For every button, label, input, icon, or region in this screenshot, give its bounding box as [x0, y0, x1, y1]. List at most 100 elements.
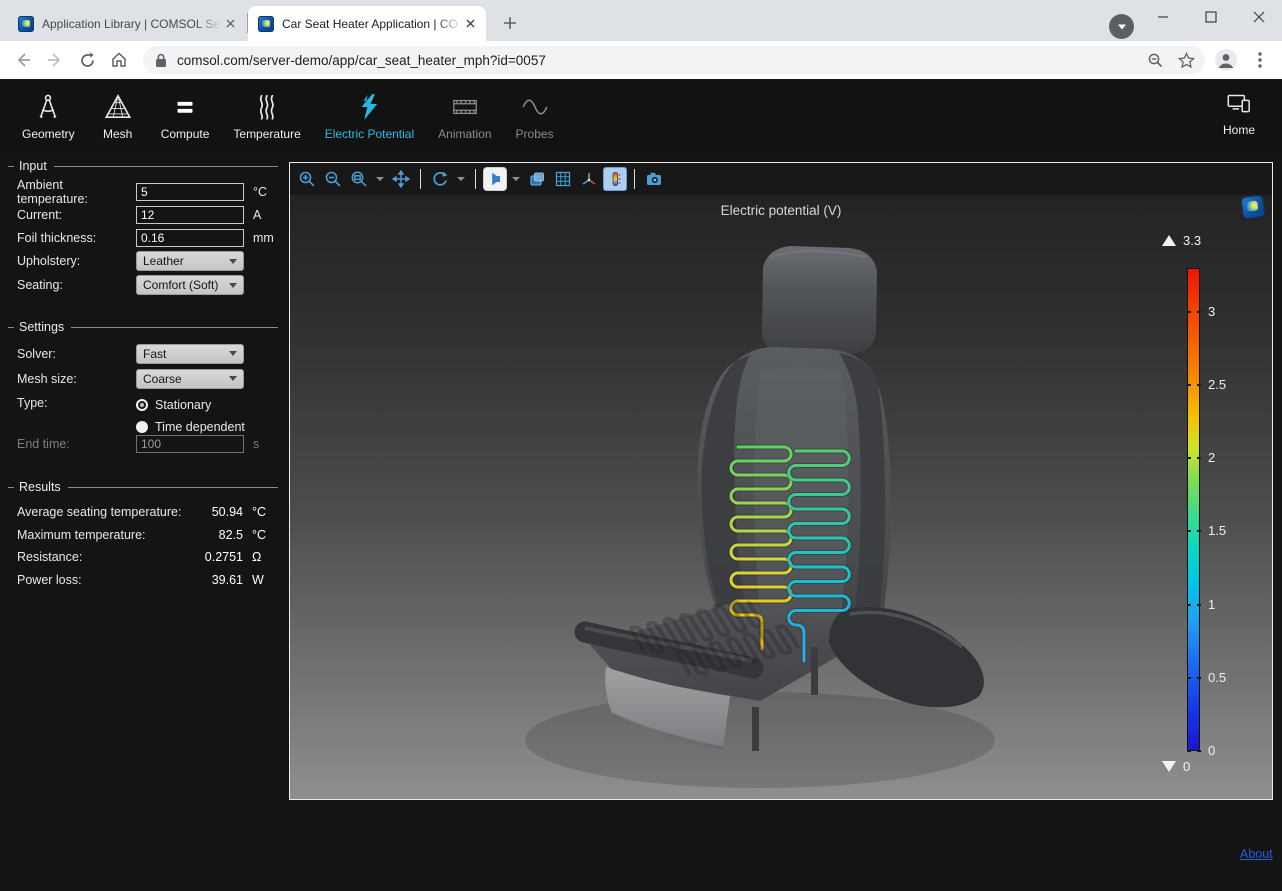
- field-solver: Solver: Fast: [8, 341, 278, 366]
- snapshot-button[interactable]: [643, 168, 665, 190]
- chevron-down-icon[interactable]: [512, 177, 520, 181]
- field-type: Type: Stationary Time dependent: [8, 394, 278, 418]
- graphics-panel: Electric potential (V): [289, 162, 1273, 800]
- section-input: Input: [8, 158, 278, 174]
- seat-shadow: [525, 692, 995, 788]
- radio-stationary[interactable]: Stationary: [136, 394, 245, 416]
- plot-title: Electric potential (V): [290, 203, 1272, 218]
- tab-strip: Application Library | COMSOL Se Car Seat…: [0, 0, 1282, 41]
- comsol-favicon: [258, 16, 274, 32]
- tab-car-seat-heater[interactable]: Car Seat Heater Application | CO: [248, 6, 486, 41]
- animation-button: Animation: [426, 88, 503, 145]
- page-zoom-icon[interactable]: [1147, 52, 1164, 69]
- ambient-temperature-input[interactable]: [136, 183, 244, 201]
- grid-button[interactable]: [552, 168, 574, 190]
- zoom-box-button[interactable]: [348, 168, 370, 190]
- current-input[interactable]: [136, 206, 244, 224]
- geometry-button[interactable]: Geometry: [10, 88, 87, 145]
- bookmark-star-icon[interactable]: [1178, 52, 1195, 69]
- field-seating: Seating: Comfort (Soft): [8, 273, 278, 297]
- zoom-out-button[interactable]: [322, 168, 344, 190]
- tab-application-library[interactable]: Application Library | COMSOL Se: [8, 6, 246, 41]
- electric-potential-button[interactable]: Electric Potential: [313, 88, 426, 145]
- legend-max-marker: 3.3: [1162, 233, 1201, 248]
- about-link[interactable]: About: [1240, 847, 1273, 861]
- cushion-right-bolster: [829, 607, 984, 707]
- axes-button[interactable]: [578, 168, 600, 190]
- radio-selected-icon: [136, 399, 148, 411]
- home-button[interactable]: Home: [1208, 84, 1270, 141]
- window-maximize-button[interactable]: [1188, 0, 1234, 34]
- radio-unselected-icon: [136, 421, 148, 433]
- zoom-extents-button[interactable]: [390, 168, 412, 190]
- seating-select[interactable]: Comfort (Soft): [136, 275, 244, 295]
- browser-home-icon[interactable]: [106, 47, 132, 73]
- compute-equals-icon: [170, 92, 200, 122]
- section-results: Results: [8, 479, 278, 495]
- scene-button[interactable]: [526, 168, 548, 190]
- mesh-button[interactable]: Mesh: [87, 88, 149, 145]
- chevron-down-icon: [229, 259, 237, 264]
- comsol-favicon: [18, 16, 34, 32]
- end-time-input: [136, 435, 244, 453]
- backrest-center-panel: [754, 366, 848, 631]
- browser-window: Application Library | COMSOL Se Car Seat…: [0, 0, 1282, 891]
- field-ambient-temperature: Ambient temperature: °C: [8, 180, 278, 203]
- seat-leg: [811, 647, 818, 695]
- toolbar-separator: [475, 169, 476, 189]
- geometry-compass-icon: [33, 92, 63, 122]
- chevron-down-icon: [229, 283, 237, 288]
- legend-min-marker: 0: [1162, 759, 1190, 774]
- legend-colorbar: [1187, 268, 1200, 751]
- lightning-bolt-icon: [354, 92, 384, 122]
- result-average-seating-temperature: Average seating temperature: 50.94 °C: [8, 501, 278, 524]
- plot-canvas[interactable]: Electric potential (V): [290, 195, 1272, 799]
- graphics-toolbar: [290, 163, 1272, 195]
- address-bar[interactable]: comsol.com/server-demo/app/car_seat_heat…: [143, 46, 1205, 74]
- solver-select[interactable]: Fast: [136, 344, 244, 364]
- window-close-button[interactable]: [1236, 0, 1282, 34]
- mesh-size-select[interactable]: Coarse: [136, 369, 244, 389]
- tab-close-icon[interactable]: [222, 16, 238, 32]
- app-ribbon: Geometry Mesh Compute: [0, 80, 1282, 152]
- triangle-up-icon: [1162, 235, 1176, 246]
- triangle-down-icon: [1162, 761, 1176, 772]
- animation-filmstrip-icon: [450, 92, 480, 122]
- temperature-button[interactable]: Temperature: [221, 88, 312, 145]
- browser-menu-icon[interactable]: [1247, 47, 1273, 73]
- home-devices-icon: [1224, 88, 1254, 118]
- tab-close-icon[interactable]: [462, 16, 478, 32]
- upholstery-select[interactable]: Leather: [136, 251, 244, 271]
- navigation-bar: comsol.com/server-demo/app/car_seat_heat…: [0, 41, 1282, 79]
- back-icon[interactable]: [10, 47, 36, 73]
- field-foil-thickness: Foil thickness: mm: [8, 226, 278, 249]
- temperature-waves-icon: [252, 92, 282, 122]
- result-resistance: Resistance: 0.2751 Ω: [8, 546, 278, 569]
- forward-icon[interactable]: [42, 47, 68, 73]
- chevron-down-icon[interactable]: [457, 177, 465, 181]
- zoom-in-button[interactable]: [296, 168, 318, 190]
- reset-view-button[interactable]: [429, 168, 451, 190]
- field-current: Current: A: [8, 203, 278, 226]
- profile-avatar[interactable]: [1213, 47, 1239, 73]
- chevron-down-icon: [229, 351, 237, 356]
- field-mesh-size: Mesh size: Coarse: [8, 366, 278, 391]
- compute-button[interactable]: Compute: [149, 88, 222, 145]
- chevron-down-icon: [229, 376, 237, 381]
- chevron-down-icon[interactable]: [376, 177, 384, 181]
- tab-title: Car Seat Heater Application | CO: [282, 17, 462, 31]
- window-minimize-button[interactable]: [1140, 0, 1186, 34]
- speaker-button[interactable]: [484, 168, 506, 190]
- seat-leg: [752, 707, 759, 751]
- lock-icon: [155, 53, 167, 68]
- color-legend-button[interactable]: [604, 168, 626, 190]
- car-seat-3d-model: [290, 195, 1272, 799]
- tab-search-button[interactable]: [1109, 14, 1134, 39]
- toolbar-separator: [420, 169, 421, 189]
- reload-icon[interactable]: [74, 47, 100, 73]
- result-power-loss: Power loss: 39.61 W: [8, 569, 278, 592]
- toolbar-separator: [634, 169, 635, 189]
- foil-thickness-input[interactable]: [136, 229, 244, 247]
- new-tab-button[interactable]: [497, 10, 523, 36]
- field-upholstery: Upholstery: Leather: [8, 249, 278, 273]
